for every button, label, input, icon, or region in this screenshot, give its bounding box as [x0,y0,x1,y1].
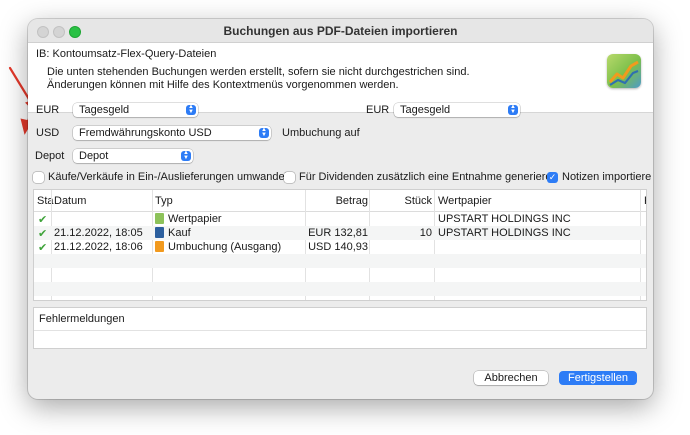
usd-account-value: Fremdwährungskonto USD [79,127,212,139]
chevron-updown-icon: ▲ ▼ [181,150,191,161]
chevron-updown-icon: ▲ ▼ [259,127,269,138]
error-messages-title: Fehlermeldungen [39,313,125,325]
chevron-updown-icon: ▲ ▼ [508,104,518,115]
table-header: Sta Datum Typ Betrag Stück Wertpapier K [34,190,646,212]
row-type-label: Kauf [168,227,191,239]
row-type: Umbuchung (Ausgang) [155,241,281,253]
option-dividend-withdrawal[interactable]: Für Dividenden zusätzlich eine Entnahme … [284,171,558,183]
description-line-2: Änderungen können mit Hilfe des Kontextm… [47,79,399,91]
eur-account-value: Tagesgeld [79,104,130,116]
description-line-1: Die unten stehenden Buchungen werden ers… [47,66,470,78]
status-check-icon: ✔ [38,214,48,226]
usd-label: USD [36,127,60,139]
option-label: Für Dividenden zusätzlich eine Entnahme … [299,171,558,183]
column-header-amount[interactable]: Betrag [306,195,368,207]
column-header-type[interactable]: Typ [155,195,305,207]
import-description: Die unten stehenden Buchungen werden ers… [47,66,470,92]
document-icon [155,213,164,224]
option-import-notes[interactable]: ✓ Notizen importiere [547,171,651,183]
checkbox-checked[interactable]: ✓ [547,171,558,183]
row-date: 21.12.2022, 18:05 [54,227,143,239]
import-source-title: IB: Kontoumsatz-Flex-Query-Dateien [36,48,217,60]
table-row[interactable]: ✔ Wertpapier UPSTART HOLDINGS INC [34,212,646,226]
checkbox[interactable] [33,171,44,183]
status-check-icon: ✔ [38,228,48,240]
checkbox[interactable] [284,171,295,183]
depot-value: Depot [79,150,109,162]
title-bar: Buchungen aus PDF-Dateien importieren [28,19,653,43]
row-type: Wertpapier [155,213,222,225]
eur2-label: EUR [366,104,390,116]
empty-row [34,254,646,268]
column-header-security[interactable]: Wertpapier [438,195,638,207]
row-amount: USD 140,93 [308,241,368,253]
row-date: 21.12.2022, 18:06 [54,241,143,253]
transfer-icon [155,241,164,252]
buy-icon [155,227,164,238]
empty-row [34,330,646,344]
empty-row [34,282,646,296]
app-logo-icon [607,54,641,88]
option-label: Käufe/Verkäufe in Ein-/Auslieferungen um… [48,171,294,183]
usd-account-select[interactable]: Fremdwährungskonto USD ▲ ▼ [73,126,271,140]
chevron-updown-icon: ▲ ▼ [186,104,196,115]
option-convert-transfers[interactable]: Käufe/Verkäufe in Ein-/Auslieferungen um… [33,171,293,183]
error-messages-panel: Fehlermeldungen [33,307,647,349]
finish-button[interactable]: Fertigstellen [559,371,637,385]
row-type-label: Umbuchung (Ausgang) [168,241,282,253]
row-security: UPSTART HOLDINGS INC [438,213,571,225]
column-header-shares[interactable]: Stück [369,195,432,207]
depot-label: Depot [35,150,65,162]
window-title: Buchungen aus PDF-Dateien importieren [223,24,458,38]
row-type: Kauf [155,227,191,239]
import-dialog: Buchungen aus PDF-Dateien importieren IB… [28,19,653,399]
depot-select[interactable]: Depot ▲ ▼ [73,149,193,163]
column-header-date[interactable]: Datum [54,195,150,207]
cancel-button[interactable]: Abbrechen [474,371,548,385]
row-type-label: Wertpapier [168,213,222,225]
transactions-table: Sta Datum Typ Betrag Stück Wertpapier K … [33,189,647,301]
row-security: UPSTART HOLDINGS INC [438,227,571,239]
table-row[interactable]: ✔ 21.12.2022, 18:05 Kauf EUR 132,81 10 U… [34,226,646,240]
row-amount: EUR 132,81 [308,227,368,239]
option-label: Notizen importiere [562,171,652,183]
empty-row [34,268,646,282]
eur2-account-value: Tagesgeld [400,104,451,116]
eur-label: EUR [36,104,60,116]
eur2-account-select[interactable]: Tagesgeld ▲ ▼ [394,103,520,117]
table-row[interactable]: ✔ 21.12.2022, 18:06 Umbuchung (Ausgang) … [34,240,646,254]
column-header-k[interactable]: K [644,195,646,207]
eur-account-select[interactable]: Tagesgeld ▲ ▼ [73,103,198,117]
status-check-icon: ✔ [38,242,48,254]
umbuchung-label: Umbuchung auf [282,127,360,139]
row-shares: 10 [419,227,432,239]
